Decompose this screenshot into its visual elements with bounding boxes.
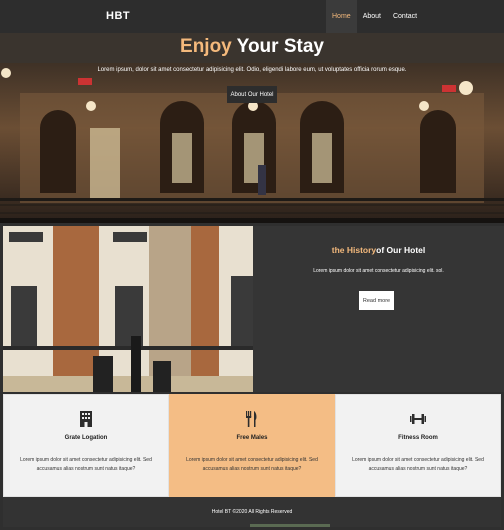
nav-link-home[interactable]: Home bbox=[326, 0, 357, 33]
nav-link-about[interactable]: About bbox=[357, 0, 387, 33]
brand-logo[interactable]: HBT bbox=[106, 10, 130, 22]
feature-title: Grate Logation bbox=[64, 435, 108, 441]
feature-text: Lorem ipsum dolor sit amet consectetur a… bbox=[186, 457, 318, 472]
nav-link-contact[interactable]: Contact bbox=[387, 0, 423, 33]
feature-text: Lorem ipsum dolor sit amet consectetur a… bbox=[20, 457, 152, 472]
footer-copyright: Hotel BT ©2020 All Rights Reserved bbox=[211, 509, 293, 515]
hero-title: Enjoy Your Stay bbox=[180, 36, 324, 57]
dumbbell-icon bbox=[410, 414, 426, 424]
feature-title: Fitness Room bbox=[398, 435, 438, 441]
features-row: Grate Logation Lorem ipsum dolor sit ame… bbox=[3, 394, 501, 497]
fork-knife-icon bbox=[246, 411, 257, 427]
history-panel: the Historyof Our Hotel Lorem ipsum dolo… bbox=[253, 226, 504, 392]
history-title: the Historyof Our Hotel bbox=[331, 245, 426, 255]
top-navbar: HBT Home About Contact bbox=[0, 0, 504, 33]
hero-section: Enjoy Your Stay Lorem ipsum, dolor sit a… bbox=[0, 33, 504, 223]
read-more-button[interactable]: Read more bbox=[359, 291, 394, 310]
about-hotel-button[interactable]: About Our Hotel bbox=[227, 86, 277, 103]
footer: Hotel BT ©2020 All Rights Reserved bbox=[3, 497, 501, 527]
history-text: Lorem ipsum dolor sit amet consectetur a… bbox=[313, 268, 444, 274]
feature-card-fitness: Fitness Room Lorem ipsum dolor sit amet … bbox=[335, 394, 501, 497]
hero-subtitle: Lorem ipsum, dolor sit amet consectetur … bbox=[97, 67, 407, 73]
feature-card-location: Grate Logation Lorem ipsum dolor sit ame… bbox=[3, 394, 169, 497]
feature-title: Free Males bbox=[236, 435, 268, 441]
feature-card-meals: Free Males Lorem ipsum dolor sit amet co… bbox=[169, 394, 335, 497]
feature-text: Lorem ipsum dolor sit amet consectetur a… bbox=[352, 457, 484, 472]
building-icon bbox=[80, 411, 92, 427]
footer-decor-strip bbox=[250, 524, 330, 527]
hero-background-image bbox=[0, 33, 504, 223]
nav-links: Home About Contact bbox=[326, 0, 423, 33]
history-building-image bbox=[3, 226, 253, 392]
